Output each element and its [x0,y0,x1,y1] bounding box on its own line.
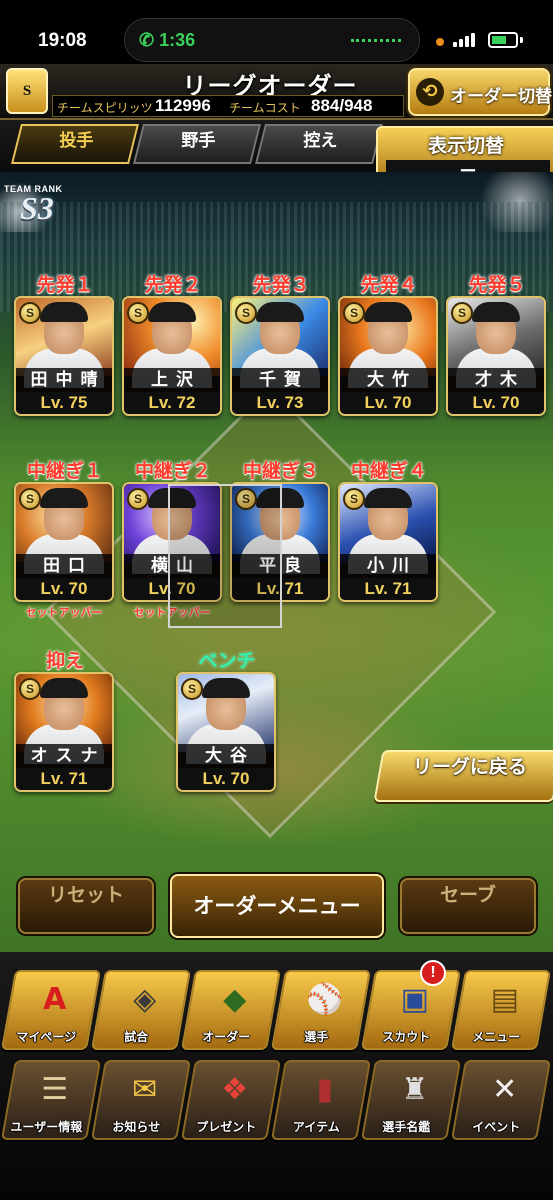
player-icon: ⚾ [306,982,344,1017]
action-buttons: リセット オーダーメニュー セーブ [0,872,553,944]
player-level: Lv. 70 [178,768,274,790]
event-icon: ✕ [492,1072,518,1107]
bench-frame [168,484,282,628]
menu-players[interactable]: ⚾ 選手 [270,970,372,1050]
team-cost-value: 884/948 [311,96,373,115]
player-name: 小川 [340,554,436,578]
menu-scout[interactable]: ▣ スカウト [360,970,462,1050]
rank-s-icon: S [19,678,41,700]
player-level: Lv. 70 [340,392,436,414]
signal-icon [453,33,477,47]
mic-indicator-icon [436,38,444,46]
menu-directory[interactable]: ♜ 選手名鑑 [360,1060,462,1140]
rank-s-icon: S [343,302,365,324]
audio-wave-icon [351,39,401,43]
sub-menu-row: ☰ ユーザー情報 ✉ お知らせ ❖ プレゼント ▮ アイテム ♜ 選手名鑑 ✕ … [0,1060,553,1146]
return-to-league-button[interactable]: リーグに戻る [373,750,553,802]
rank-s-icon: S [181,678,203,700]
call-timer: 1:36 [159,30,196,50]
field-icon: ◆ [223,982,247,1017]
player-card[interactable]: S 大竹 Lv. 70 [338,296,438,416]
player-card[interactable]: S 小川 Lv. 71 [338,482,438,602]
player-level: Lv. 70 [448,392,544,414]
rank-s-icon: S [19,302,41,324]
tab-pitcher[interactable]: 投手 [11,124,139,164]
battery-icon [488,32,518,48]
team-rank-value: S3 [20,190,54,226]
player-name: 田口 [16,554,112,578]
order-menu-button[interactable]: オーダーメニュー [170,874,384,938]
rank-s-icon: S [451,302,473,324]
stadium-icon: ◈ [133,982,157,1017]
gift-icon: ❖ [221,1072,249,1107]
player-card[interactable]: S 田口 Lv. 70 [14,482,114,602]
user-info-icon: ☰ [41,1072,69,1107]
tab-reserve[interactable]: 控え [255,124,383,164]
menu-notice[interactable]: ✉ お知らせ [90,1060,192,1140]
role-label: セットアッパー [25,606,103,619]
menu-mypage[interactable]: A マイページ [0,970,102,1050]
order-switch-button[interactable]: ⟲ オーダー切替 [408,68,552,116]
rank-s-icon: S [343,488,365,510]
status-bar: 19:08 ✆ 1:36 [0,0,553,64]
menu-icon: ▤ [490,982,519,1017]
team-stats: チームスピリッツ 112996 チームコスト 884/948 [52,95,404,117]
reset-button[interactable]: リセット [18,878,154,934]
player-card[interactable]: S 田中晴 Lv. 75 [14,296,114,416]
player-name: 大谷 [178,744,274,768]
player-level: Lv. 71 [16,768,112,790]
menu-order[interactable]: ◆ オーダー [180,970,282,1050]
player-level: Lv. 75 [16,392,112,414]
rank-s-icon: S [127,302,149,324]
menu-item[interactable]: ▮ アイテム [270,1060,372,1140]
player-card[interactable]: S 大谷 Lv. 70 [176,672,276,792]
menu-present[interactable]: ❖ プレゼント [180,1060,282,1140]
rank-s-icon: S [127,488,149,510]
main-menu-row: A マイページ ◈ 試合 ◆ オーダー ⚾ 選手 ▣ スカウト ▤ メニュー [0,970,553,1056]
team-spirits-label: チームスピリッツ [57,101,153,115]
scout-notification-badge: ! [420,960,446,986]
menu-menu[interactable]: ▤ メニュー [450,970,552,1050]
phone-icon: ✆ [139,30,155,50]
player-name: 才木 [448,368,544,392]
header: S リーグオーダー チームスピリッツ 112996 チームコスト 884/948… [0,64,553,120]
save-button[interactable]: セーブ [400,878,536,934]
rank-s-icon: S [235,302,257,324]
player-name: 田中晴 [16,368,112,392]
directory-icon: ♜ [401,1072,429,1107]
player-name: 千賀 [232,368,328,392]
player-card[interactable]: S 才木 Lv. 70 [446,296,546,416]
mypage-icon: A [43,982,67,1017]
team-cost-label: チームコスト [229,101,301,115]
team-logo: S [6,68,48,114]
player-level: Lv. 73 [232,392,328,414]
swap-icon: ⟲ [416,78,444,106]
tab-fielder[interactable]: 野手 [133,124,261,164]
player-card[interactable]: S 千賀 Lv. 73 [230,296,330,416]
bottom-menu: A マイページ ◈ 試合 ◆ オーダー ⚾ 選手 ▣ スカウト ▤ メニュー !… [0,952,553,1200]
player-level: Lv. 72 [124,392,220,414]
player-name: 上沢 [124,368,220,392]
menu-event[interactable]: ✕ イベント [450,1060,552,1140]
player-level: Lv. 71 [340,578,436,600]
player-level: Lv. 70 [16,578,112,600]
player-name: 大竹 [340,368,436,392]
player-card[interactable]: S 上沢 Lv. 72 [122,296,222,416]
menu-user-info[interactable]: ☰ ユーザー情報 [0,1060,102,1140]
notice-icon: ✉ [132,1072,158,1107]
team-spirits-value: 112996 [155,96,211,115]
player-name: オスナ [16,744,112,768]
clock: 19:08 [38,30,87,51]
rank-s-icon: S [19,488,41,510]
item-icon: ▮ [316,1072,334,1107]
call-indicator[interactable]: ✆ 1:36 [124,18,420,62]
team-rank: TEAM RANK S3 [4,184,63,226]
player-card[interactable]: S オスナ Lv. 71 [14,672,114,792]
menu-match[interactable]: ◈ 試合 [90,970,192,1050]
